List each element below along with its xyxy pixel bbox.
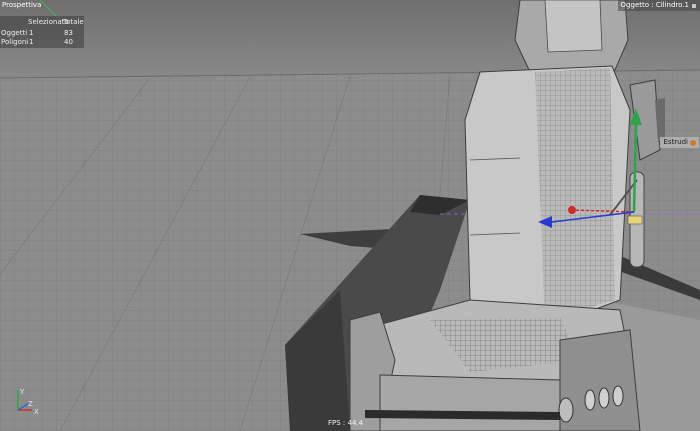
3d-viewport[interactable]: Prospettiva Selezionato Totale Oggetti 1…	[0, 0, 700, 431]
axis-x-label: X	[34, 408, 39, 416]
extrude-icon	[690, 139, 696, 146]
scene-canvas[interactable]	[0, 0, 700, 431]
object-name-label: Oggetto : Cilindro.1	[620, 1, 689, 9]
extrude-label: Estrudi	[663, 138, 688, 146]
axis-y-label: Y	[19, 388, 25, 396]
stats-row-total: 40	[64, 38, 73, 46]
lock-icon[interactable]	[691, 2, 697, 9]
object-info: Oggetto : Cilindro.1	[617, 0, 700, 11]
stats-row-total: 83	[64, 29, 73, 37]
stats-header-total: Totale	[63, 18, 84, 26]
axis-orientation-icon: Y Z X	[17, 388, 39, 416]
stats-row-label: Oggetti	[1, 29, 28, 37]
axis-z-label: Z	[28, 400, 33, 408]
gizmo-x-handle[interactable]	[568, 206, 576, 214]
extrude-tag[interactable]: Estrudi	[660, 137, 699, 148]
stats-row-label: Poligoni	[1, 38, 29, 46]
stats-row-selected: 1	[29, 38, 34, 46]
stats-panel: Selezionato Totale Oggetti 1 83 Poligoni…	[0, 16, 84, 48]
gizmo-center-handle[interactable]	[627, 215, 643, 225]
fps-counter: FPS : 44.4	[328, 419, 364, 427]
stats-row-selected: 1	[29, 29, 34, 37]
viewport-title: Prospettiva	[2, 1, 42, 9]
